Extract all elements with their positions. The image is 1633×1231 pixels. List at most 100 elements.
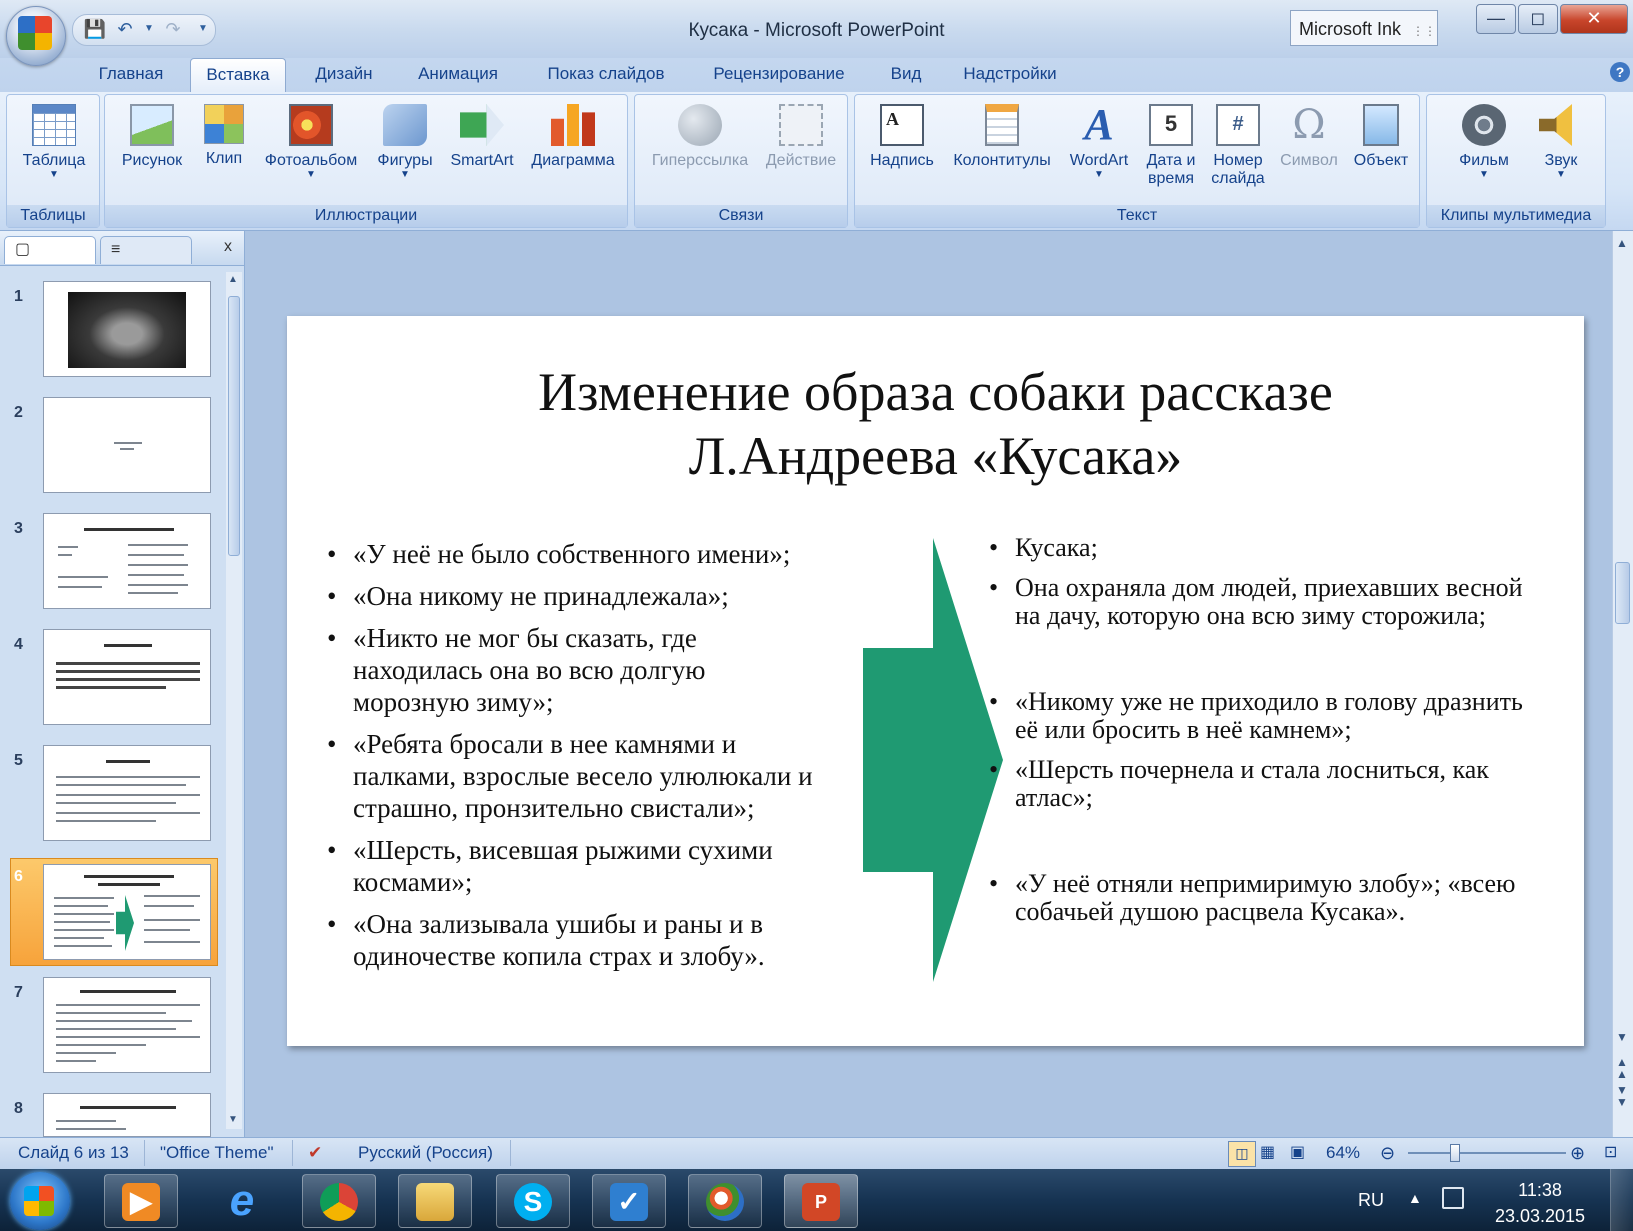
slide-sorter-icon[interactable]: ▦ xyxy=(1260,1137,1275,1169)
slide-number: 3 xyxy=(14,520,23,537)
sound-button[interactable]: Звук ▼ xyxy=(1526,98,1596,202)
left-bullet-item: «Никто не мог бы сказать, где находилась… xyxy=(325,622,825,718)
hyperlink-icon xyxy=(678,104,722,146)
object-button[interactable]: Объект xyxy=(1346,98,1416,202)
slide-number: 1 xyxy=(14,288,23,305)
shapes-button[interactable]: Фигуры ▼ xyxy=(368,98,442,202)
slide-thumbnail-4[interactable] xyxy=(43,629,211,725)
network-icon[interactable] xyxy=(1442,1187,1464,1209)
media-player-icon: ▶ xyxy=(122,1183,160,1221)
action-icon xyxy=(779,104,823,146)
picture-button[interactable]: Рисунок xyxy=(112,98,192,202)
language-indicator[interactable]: Русский (Россия) xyxy=(358,1137,493,1169)
table-button[interactable]: Таблица ▼ xyxy=(14,98,94,202)
next-slide-icon[interactable]: ▼ ▼ xyxy=(1616,1084,1628,1108)
group-label: Иллюстрации xyxy=(105,205,627,227)
current-slide[interactable]: Изменение образа собаки рассказе Л.Андре… xyxy=(287,316,1584,1046)
start-button[interactable] xyxy=(10,1172,70,1230)
arrow-shape[interactable] xyxy=(863,538,1003,982)
zoom-in-icon[interactable]: ⊕ xyxy=(1570,1137,1585,1169)
show-desktop-button[interactable] xyxy=(1610,1169,1633,1231)
taskbar-paint[interactable] xyxy=(688,1174,762,1228)
slide-thumbnail-3[interactable] xyxy=(43,513,211,609)
main-scroll-thumb[interactable] xyxy=(1615,562,1630,624)
header-footer-button[interactable]: Колонтитулы xyxy=(944,98,1060,202)
taskbar-chrome[interactable] xyxy=(302,1174,376,1228)
taskbar-media-player[interactable]: ▶ xyxy=(104,1174,178,1228)
right-bullet-list[interactable]: Кусака; Она охраняла дом людей, приехавш… xyxy=(987,534,1547,926)
outline-tab-icon: ≡ xyxy=(111,241,121,258)
zoom-slider-track[interactable] xyxy=(1408,1152,1566,1154)
dropdown-arrow-icon: ▼ xyxy=(1479,169,1489,180)
taskbar-skype[interactable]: S xyxy=(496,1174,570,1228)
slide-number: 7 xyxy=(14,984,23,1001)
slide-thumbnail-2[interactable] xyxy=(43,397,211,493)
film-reel-icon xyxy=(1462,104,1506,146)
slides-panel-scroll-thumb[interactable] xyxy=(228,296,240,556)
chrome-icon xyxy=(320,1183,358,1221)
clock-time[interactable]: 11:38 xyxy=(1490,1180,1590,1201)
scroll-down-icon[interactable]: ▼ xyxy=(228,1114,238,1125)
theme-name[interactable]: "Office Theme" xyxy=(160,1137,274,1169)
symbol-button: Ω Символ xyxy=(1272,98,1346,202)
wordart-button[interactable]: A WordArt ▼ xyxy=(1060,98,1138,202)
tab-slideshow[interactable]: Показ слайдов xyxy=(532,58,680,92)
taskbar-powerpoint[interactable]: P xyxy=(784,1174,858,1228)
taskbar-explorer[interactable] xyxy=(398,1174,472,1228)
left-bullet-item: «Она зализывала ушибы и раны и в одиноче… xyxy=(325,908,825,972)
normal-view-icon[interactable]: ◫ xyxy=(1228,1141,1256,1167)
minimize-button[interactable]: — xyxy=(1476,4,1516,34)
slide-thumbnail-6[interactable] xyxy=(43,864,211,960)
tab-design[interactable]: Дизайн xyxy=(302,58,386,92)
slides-tab[interactable]: ▢ xyxy=(4,236,96,264)
dropdown-arrow-icon: ▼ xyxy=(49,169,59,180)
fit-to-window-icon[interactable]: ⊡ xyxy=(1604,1137,1617,1169)
chart-button[interactable]: Диаграмма xyxy=(522,98,624,202)
scroll-up-icon[interactable]: ▲ xyxy=(228,274,238,285)
left-bullet-list[interactable]: «У неё не было собственного имени»; «Она… xyxy=(325,538,825,972)
right-bullet-item: Кусака; xyxy=(987,534,1547,563)
maximize-button[interactable]: ◻ xyxy=(1518,4,1558,34)
photo-album-button[interactable]: Фотоальбом ▼ xyxy=(256,98,366,202)
slide-thumbnail-7[interactable] xyxy=(43,977,211,1073)
tab-home[interactable]: Главная xyxy=(88,58,174,92)
input-language[interactable]: RU xyxy=(1358,1190,1384,1211)
slide-number-button[interactable]: # Номер слайда xyxy=(1204,98,1272,202)
slide-title[interactable]: Изменение образа собаки рассказе Л.Андре… xyxy=(287,360,1584,488)
tab-review[interactable]: Рецензирование xyxy=(696,58,862,92)
folder-icon xyxy=(416,1183,454,1221)
scroll-up-icon[interactable]: ▲ xyxy=(1616,236,1628,250)
zoom-slider-thumb[interactable] xyxy=(1450,1144,1461,1162)
datetime-button[interactable]: 5 Дата и время xyxy=(1138,98,1204,202)
slide-number-label-line2: слайда xyxy=(1211,170,1265,187)
zoom-out-icon[interactable]: ⊖ xyxy=(1380,1137,1395,1169)
close-button[interactable]: ✕ xyxy=(1560,4,1628,34)
smartart-button[interactable]: SmartArt xyxy=(442,98,522,202)
movie-button[interactable]: Фильм ▼ xyxy=(1444,98,1524,202)
microsoft-ink-toolbar[interactable]: Microsoft Ink ⋮⋮ xyxy=(1290,10,1438,46)
tab-animation[interactable]: Анимация xyxy=(402,58,514,92)
dropdown-arrow-icon: ▼ xyxy=(306,169,316,180)
slide-thumbnail-5[interactable] xyxy=(43,745,211,841)
tab-insert[interactable]: Вставка xyxy=(190,58,286,92)
taskbar-internet-explorer[interactable]: e xyxy=(206,1174,280,1228)
clip-button[interactable]: Клип xyxy=(194,98,254,202)
textbox-button[interactable]: A Надпись xyxy=(862,98,942,202)
slide-thumbnail-8[interactable] xyxy=(43,1093,211,1137)
slideshow-view-icon[interactable]: ▣ xyxy=(1290,1137,1305,1169)
tab-addins[interactable]: Надстройки xyxy=(950,58,1070,92)
spell-check-icon[interactable]: ✔ xyxy=(308,1137,322,1169)
previous-slide-icon[interactable]: ▲ ▲ xyxy=(1616,1056,1628,1080)
object-icon xyxy=(1363,104,1399,146)
outline-tab[interactable]: ≡ xyxy=(100,236,192,264)
help-icon[interactable]: ? xyxy=(1610,62,1630,82)
main-vertical-scrollbar[interactable] xyxy=(1612,231,1633,1137)
taskbar-notes[interactable]: ✓ xyxy=(592,1174,666,1228)
tab-view[interactable]: Вид xyxy=(878,58,934,92)
close-panel-icon[interactable]: x xyxy=(224,238,232,256)
slide-thumbnail-1[interactable] xyxy=(43,281,211,377)
clock-date[interactable]: 23.03.2015 xyxy=(1490,1206,1590,1227)
scroll-down-icon[interactable]: ▼ xyxy=(1616,1030,1628,1044)
show-hidden-icons[interactable]: ▲ xyxy=(1408,1190,1422,1206)
zoom-level[interactable]: 64% xyxy=(1326,1137,1360,1169)
